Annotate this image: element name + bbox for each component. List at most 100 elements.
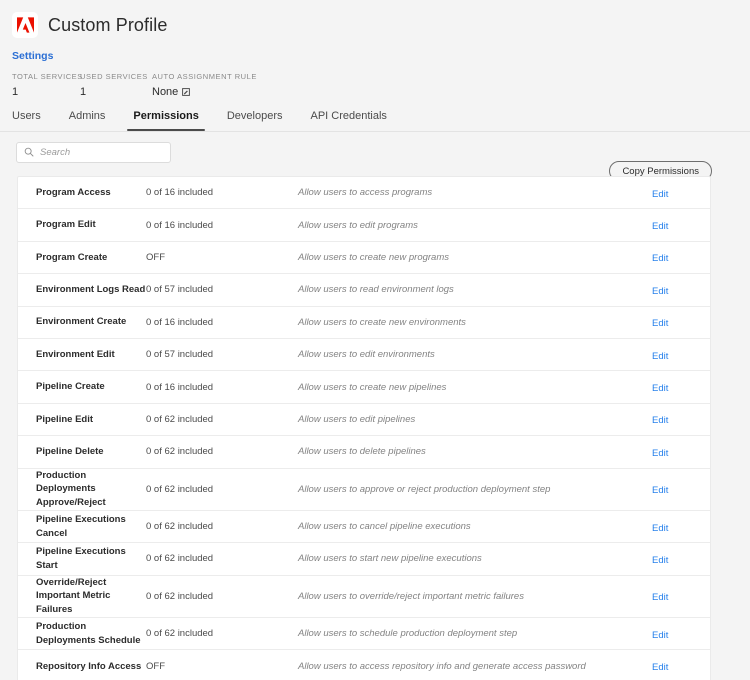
- permission-description: Allow users to create new programs: [298, 251, 450, 263]
- metric-used-services-label: USED SERVICES: [80, 72, 148, 81]
- permission-name: Program Edit: [36, 219, 96, 231]
- metric-total-services: TOTAL SERVICES 1: [12, 72, 83, 98]
- edit-link[interactable]: Edit: [652, 630, 668, 641]
- permission-edit-cell: Edit: [652, 346, 710, 364]
- edit-link[interactable]: Edit: [652, 662, 668, 673]
- permission-count: 0 of 62 included: [146, 521, 214, 532]
- permission-count: 0 of 62 included: [146, 413, 214, 425]
- metric-used-services-value: 1: [80, 86, 87, 98]
- tab-bar: Users Admins Permissions Developers API …: [0, 98, 750, 131]
- permission-name: Pipeline Delete: [36, 445, 104, 457]
- permissions-page: Custom Profile Settings TOTAL SERVICES 1…: [0, 0, 750, 680]
- permission-count: OFF: [146, 251, 165, 263]
- edit-link[interactable]: Edit: [652, 485, 668, 496]
- permission-edit-cell: Edit: [652, 410, 710, 428]
- permission-description: Allow users to edit environments: [298, 349, 435, 361]
- edit-link[interactable]: Edit: [652, 221, 668, 232]
- table-row: Program Create OFF Allow users to create n…: [18, 242, 710, 275]
- table-row: Program Edit 0 of 16 included Allow users …: [18, 209, 710, 242]
- permission-name: Environment Logs Read: [36, 283, 146, 295]
- metric-auto-assignment-rule-label: AUTO ASSIGNMENT RULE: [152, 72, 257, 81]
- tab-api-credentials[interactable]: API Credentials: [296, 110, 400, 131]
- search-input[interactable]: [40, 147, 163, 158]
- permission-name: Production Deployments Approve/Reject: [36, 469, 106, 509]
- permission-count: 0 of 62 included: [146, 483, 214, 495]
- permission-description: Allow users to access repository info an…: [298, 660, 586, 672]
- table-row: Environment Logs Read 0 of 57 included All…: [18, 274, 710, 307]
- permission-edit-cell: Edit: [652, 443, 710, 461]
- permission-name: Environment Create: [36, 316, 127, 328]
- edit-link[interactable]: Edit: [652, 383, 668, 394]
- permission-name: Program Access: [36, 186, 111, 198]
- permission-description: Allow users to read environment logs: [298, 284, 454, 296]
- permission-description: Allow users to schedule production deplo…: [298, 628, 518, 640]
- table-row: Production Deployments Schedule 0 of 62 i…: [18, 618, 710, 651]
- metric-total-services-label: TOTAL SERVICES: [12, 72, 83, 81]
- permission-count: 0 of 16 included: [146, 219, 214, 231]
- edit-link[interactable]: Edit: [652, 351, 668, 362]
- tab-developers[interactable]: Developers: [213, 110, 297, 131]
- tab-admins[interactable]: Admins: [55, 110, 120, 131]
- permission-count: 0 of 16 included: [146, 187, 214, 199]
- metrics-summary: TOTAL SERVICES 1 USED SERVICES 1 AUTO AS…: [0, 62, 750, 98]
- table-row: Pipeline Delete 0 of 62 included Allow use…: [18, 436, 710, 469]
- search-box[interactable]: [16, 142, 171, 163]
- edit-link[interactable]: Edit: [652, 448, 668, 459]
- table-row: Pipeline Executions Cancel 0 of 62 includ…: [18, 511, 710, 544]
- edit-link[interactable]: Edit: [652, 415, 668, 426]
- permission-name: Pipeline Create: [36, 381, 105, 393]
- title-row: Custom Profile: [0, 8, 750, 42]
- permission-edit-cell: Edit: [652, 281, 710, 299]
- permission-edit-cell: Edit: [652, 184, 710, 202]
- metric-auto-assignment-rule-value: None: [152, 86, 179, 98]
- permission-edit-cell: Edit: [652, 550, 710, 568]
- permission-count: 0 of 62 included: [146, 553, 214, 565]
- edit-link[interactable]: Edit: [652, 286, 668, 297]
- tab-permissions[interactable]: Permissions: [119, 110, 212, 131]
- permission-edit-cell: Edit: [652, 625, 710, 643]
- tab-users[interactable]: Users: [12, 110, 55, 131]
- table-row: Override/Reject Important Metric Failure…: [18, 576, 710, 618]
- permission-count: 0 of 62 included: [146, 446, 214, 458]
- edit-link[interactable]: Edit: [652, 189, 668, 200]
- metric-auto-assignment-rule-value-row: None: [152, 86, 257, 98]
- permission-count: 0 of 57 included: [146, 349, 214, 361]
- metric-total-services-value: 1: [12, 86, 19, 98]
- permission-edit-cell: Edit: [652, 216, 710, 234]
- permission-description: Allow users to approve or reject product…: [298, 483, 551, 495]
- permission-name: Program Create: [36, 251, 108, 263]
- permission-count: 0 of 62 included: [146, 590, 214, 602]
- edit-link[interactable]: Edit: [652, 318, 668, 329]
- permission-description: Allow users to create new pipelines: [298, 381, 447, 393]
- permission-edit-cell: Edit: [652, 480, 710, 498]
- settings-link[interactable]: Settings: [0, 42, 750, 62]
- permission-description: Allow users to access programs: [298, 187, 433, 199]
- permission-count: 0 of 62 included: [146, 628, 214, 640]
- permission-name: Override/Reject Important Metric Failure…: [36, 576, 111, 616]
- table-row: Pipeline Executions Start 0 of 62 include…: [18, 543, 710, 576]
- permission-edit-cell: Edit: [652, 378, 710, 396]
- permission-count: 0 of 16 included: [146, 381, 214, 393]
- metric-used-services: USED SERVICES 1: [80, 72, 152, 98]
- permission-name: Pipeline Edit: [36, 413, 94, 425]
- permission-description: Allow users to edit programs: [298, 219, 418, 231]
- permission-description: Allow users to cancel pipeline execution…: [298, 521, 471, 532]
- permission-description: Allow users to create new environments: [298, 316, 466, 328]
- metric-auto-assignment-rule: AUTO ASSIGNMENT RULE None: [152, 72, 257, 98]
- permission-description: Allow users to delete pipelines: [298, 446, 426, 458]
- edit-square-icon[interactable]: [182, 88, 191, 96]
- permission-edit-cell: Edit: [652, 587, 710, 605]
- permission-description: Allow users to edit pipelines: [298, 413, 416, 425]
- search-icon: [24, 144, 34, 162]
- permission-count: 0 of 57 included: [146, 284, 214, 296]
- edit-link[interactable]: Edit: [652, 592, 668, 603]
- edit-link[interactable]: Edit: [652, 555, 668, 566]
- permission-name: Environment Edit: [36, 348, 115, 360]
- edit-link[interactable]: Edit: [652, 253, 668, 264]
- page-header: Custom Profile Settings TOTAL SERVICES 1…: [0, 0, 750, 132]
- edit-link[interactable]: Edit: [652, 523, 668, 534]
- permission-name: Pipeline Executions Cancel: [36, 513, 126, 539]
- permission-edit-cell: Edit: [652, 248, 710, 266]
- permission-edit-cell: Edit: [652, 657, 710, 675]
- permission-edit-cell: Edit: [652, 518, 710, 536]
